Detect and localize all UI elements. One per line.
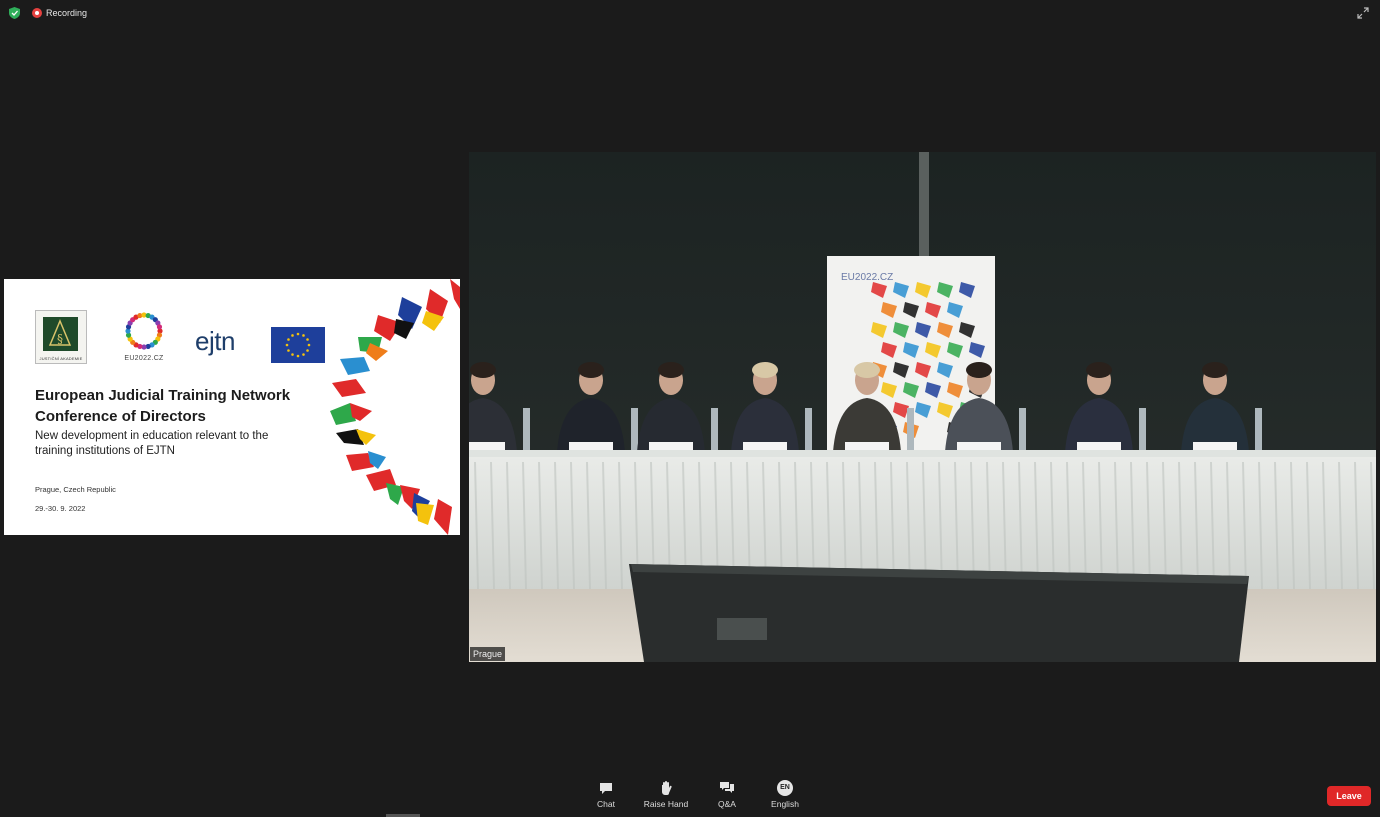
top-bar: Recording	[0, 0, 1380, 26]
expand-icon[interactable]	[1356, 6, 1370, 20]
academy-logo: § JUSTIČNÍ AKADEMIE	[35, 310, 87, 364]
banner-text: EU2022.CZ	[841, 272, 893, 283]
language-button[interactable]: EN English	[755, 780, 815, 812]
slide-title: European Judicial Training Network Confe…	[35, 385, 335, 427]
ejtn-logo: ejtn	[195, 326, 235, 357]
academy-caption: JUSTIČNÍ AKADEMIE	[36, 356, 86, 361]
recording-icon	[32, 8, 42, 18]
presidency-caption: EU2022.CZ	[121, 355, 167, 362]
chat-button[interactable]: Chat	[576, 780, 636, 812]
raise-hand-button[interactable]: Raise Hand	[636, 780, 696, 812]
language-badge-icon: EN	[777, 780, 793, 796]
meeting-toolbar: Chat Raise Hand Q&A EN English	[0, 776, 1380, 817]
chat-icon	[598, 780, 614, 796]
recording-label: Recording	[46, 8, 87, 18]
shield-icon[interactable]	[9, 7, 20, 19]
recording-indicator[interactable]: Recording	[32, 7, 87, 19]
slide-logos: § JUSTIČNÍ AKADEMIE EU2022.CZ ejtn	[35, 310, 335, 365]
leave-button[interactable]: Leave	[1327, 786, 1371, 806]
video-feed[interactable]: EU2022.CZ Prague	[469, 152, 1376, 662]
shared-slide: § JUSTIČNÍ AKADEMIE EU2022.CZ ejtn Europ…	[4, 279, 460, 535]
svg-text:§: §	[57, 332, 63, 346]
participant-label: Prague	[470, 647, 505, 661]
slide-subtitle: New development in education relevant to…	[35, 429, 335, 459]
presidency-logo: EU2022.CZ	[121, 310, 167, 364]
qa-button[interactable]: Q&A	[697, 780, 757, 812]
slide-date: 29.-30. 9. 2022	[35, 504, 85, 513]
conference-scene: EU2022.CZ	[469, 152, 1376, 662]
hand-icon	[658, 780, 674, 796]
slide-place: Prague, Czech Republic	[35, 485, 116, 494]
eu-flag-logo	[271, 327, 325, 363]
decorative-shapes	[330, 279, 460, 535]
qa-icon	[719, 780, 735, 796]
